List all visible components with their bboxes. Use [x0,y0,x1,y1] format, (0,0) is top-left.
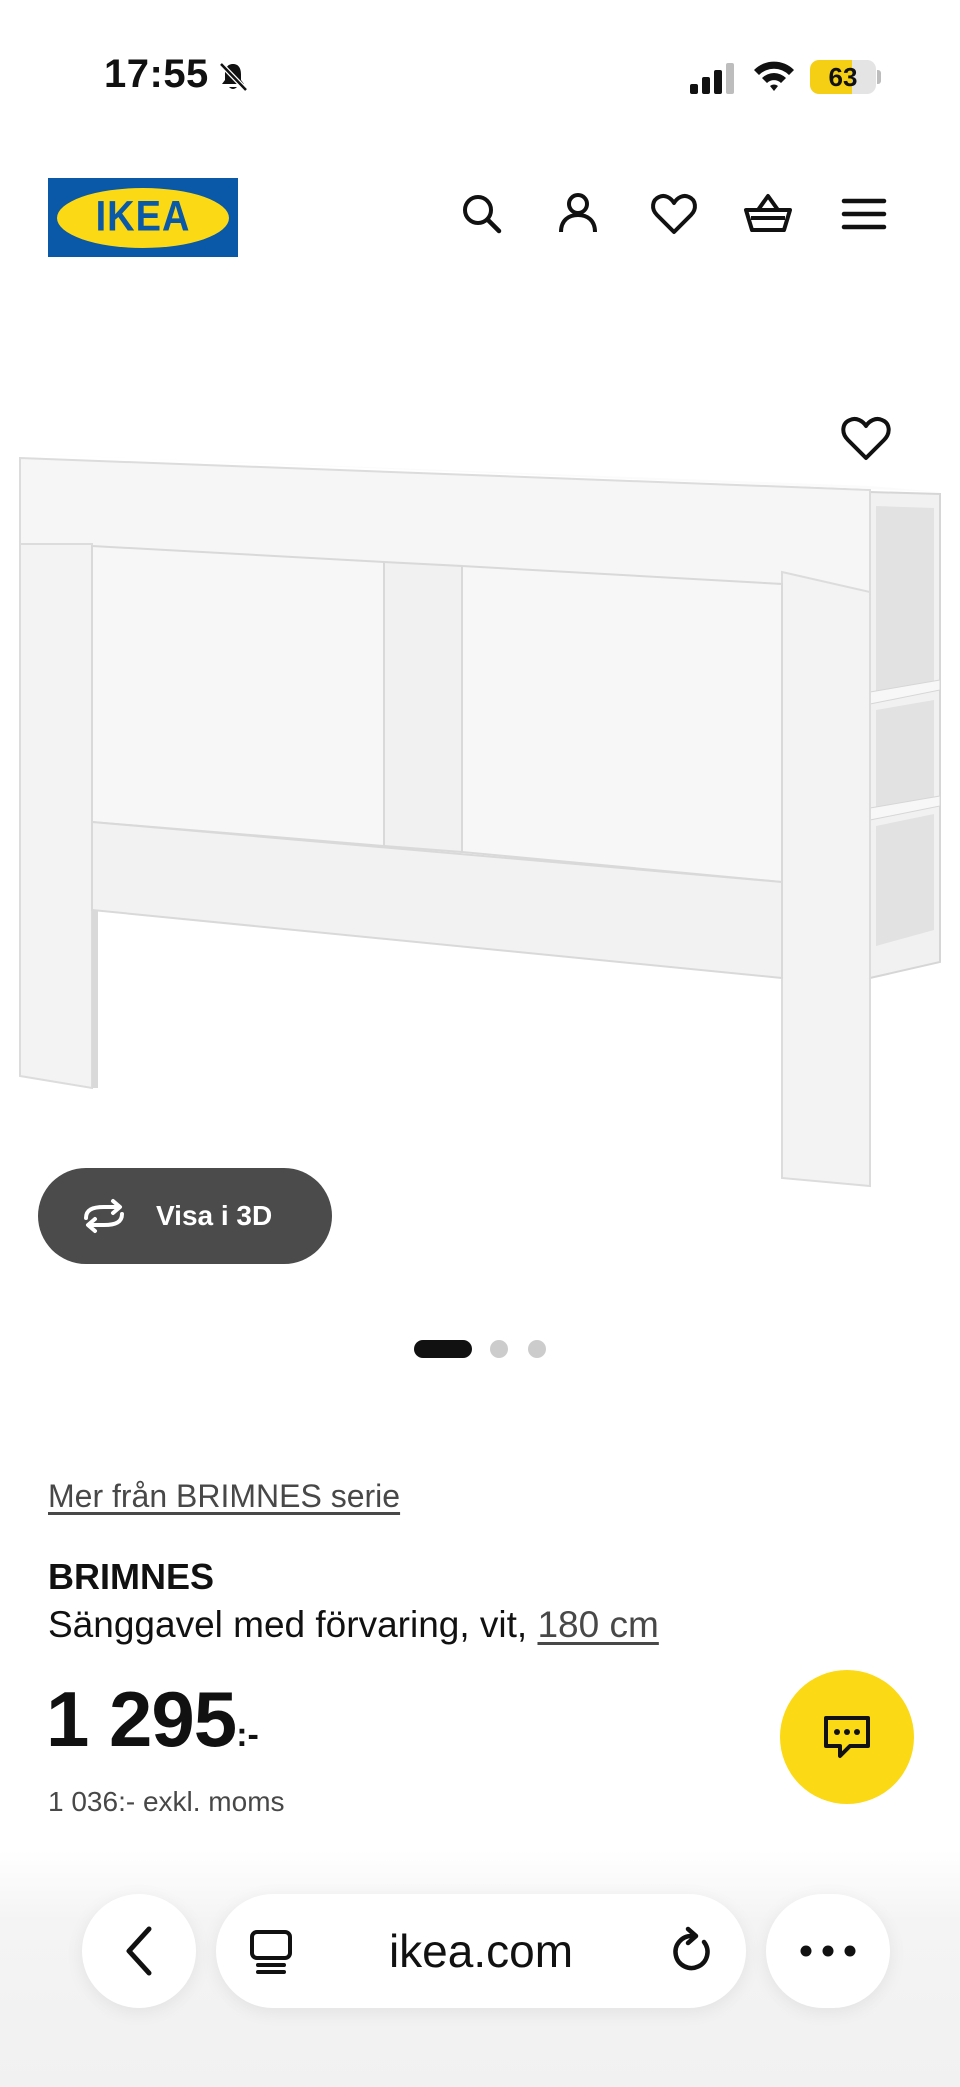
browser-address-bar[interactable]: ikea.com [216,1894,746,2008]
price-suffix: :- [236,1716,259,1754]
battery-nub [877,70,881,84]
browser-more-button[interactable] [766,1894,890,2008]
product-description-text: Sänggavel med förvaring, vit, [48,1604,528,1645]
signal-icon [690,63,734,94]
chat-button[interactable] [780,1670,914,1804]
price-excl-vat: 1 036:- exkl. moms [48,1786,285,1817]
search-icon[interactable] [456,188,508,240]
chat-icon [824,1716,870,1758]
browser-back-button[interactable] [82,1894,196,2008]
account-icon[interactable] [552,188,604,240]
wifi-icon [754,61,794,91]
status-time: 17:55 [104,52,209,96]
cart-icon[interactable] [742,188,794,240]
battery-icon: 63 [810,60,876,94]
bell-slash-icon [219,62,248,92]
series-link[interactable]: Mer från BRIMNES serie [48,1478,400,1515]
chevron-left-icon [126,1926,152,1976]
reload-icon[interactable] [666,1924,716,1978]
wishlist-icon[interactable] [648,188,700,240]
tabs-icon[interactable] [246,1924,296,1978]
view-3d-label: Visa i 3D [156,1200,273,1231]
carousel-dot-2[interactable] [490,1340,508,1358]
product-name: BRIMNES [48,1556,215,1597]
battery-level: 63 [828,61,858,92]
product-wishlist-icon[interactable] [838,410,894,466]
size-link[interactable]: 180 cm [537,1604,658,1645]
ikea-logo[interactable]: IKEA [48,178,238,257]
carousel-dot-1[interactable] [414,1340,472,1358]
page: 17:55 63 IKEA Visa i 3D Mer från BRIMNES… [0,0,960,2087]
product-description: Sänggavel med förvaring, vit, 180 cm [48,1604,659,1646]
logo-oval: IKEA [57,187,229,248]
product-image[interactable] [0,380,960,1300]
view-3d-button[interactable]: Visa i 3D [38,1168,332,1264]
carousel-dot-3[interactable] [528,1340,546,1358]
more-icon [800,1945,856,1957]
price-value: 1 295 [46,1675,237,1763]
product-price: 1 295:- [46,1680,259,1758]
rotate-3d-icon [84,1199,124,1233]
logo-text: IKEA [95,193,191,241]
url-text: ikea.com [388,1925,574,1977]
menu-icon[interactable] [838,188,890,240]
